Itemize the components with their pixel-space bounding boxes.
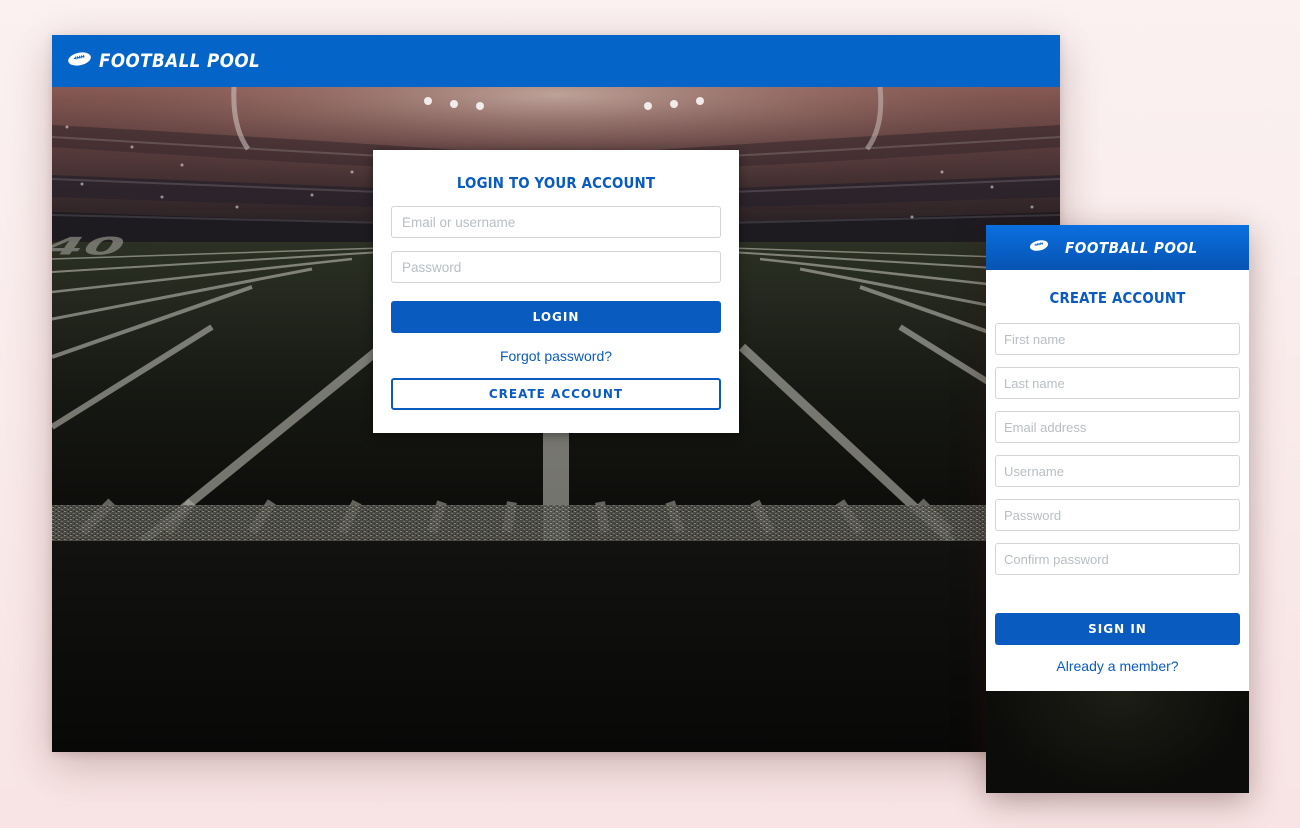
signup-form: CREATE ACCOUNT SIGN IN Already a member? [986, 270, 1249, 691]
brand-name: FOOTBALL POOL [1064, 238, 1198, 257]
mobile-turf-background [986, 691, 1249, 793]
first-name-input[interactable] [995, 323, 1240, 355]
football-icon [1029, 239, 1049, 257]
logo[interactable]: FOOTBALL POOL [67, 50, 282, 72]
confirm-password-input[interactable] [995, 543, 1240, 575]
site-header: FOOTBALL POOL [52, 35, 1060, 87]
login-card: LOGIN TO YOUR ACCOUNT LOGIN Forgot passw… [373, 150, 739, 433]
email-address-input[interactable] [995, 411, 1240, 443]
login-button[interactable]: LOGIN [391, 301, 721, 333]
brand-name: FOOTBALL POOL [99, 50, 261, 72]
mobile-logo[interactable]: FOOTBALL POOL [1029, 239, 1207, 257]
mobile-window: FOOTBALL POOL CREATE ACCOUNT SIGN IN Alr… [986, 225, 1249, 793]
create-account-title: CREATE ACCOUNT [1049, 289, 1186, 307]
create-account-button[interactable]: CREATE ACCOUNT [391, 378, 721, 410]
already-member-link[interactable]: Already a member? [995, 658, 1240, 674]
desktop-window: FOOTBALL POOL 40 LOGIN TO YOUR ACCOUNT E… [52, 35, 1060, 752]
signup-password-input[interactable] [995, 499, 1240, 531]
username-input[interactable] [995, 455, 1240, 487]
football-icon [67, 51, 92, 72]
email-username-input[interactable] [391, 206, 721, 238]
mobile-header: FOOTBALL POOL [986, 225, 1249, 270]
login-title: LOGIN TO YOUR ACCOUNT [456, 174, 656, 192]
sign-in-button[interactable]: SIGN IN [995, 613, 1240, 645]
forgot-password-link[interactable]: Forgot password? [391, 347, 721, 365]
password-input[interactable] [391, 251, 721, 283]
last-name-input[interactable] [995, 367, 1240, 399]
